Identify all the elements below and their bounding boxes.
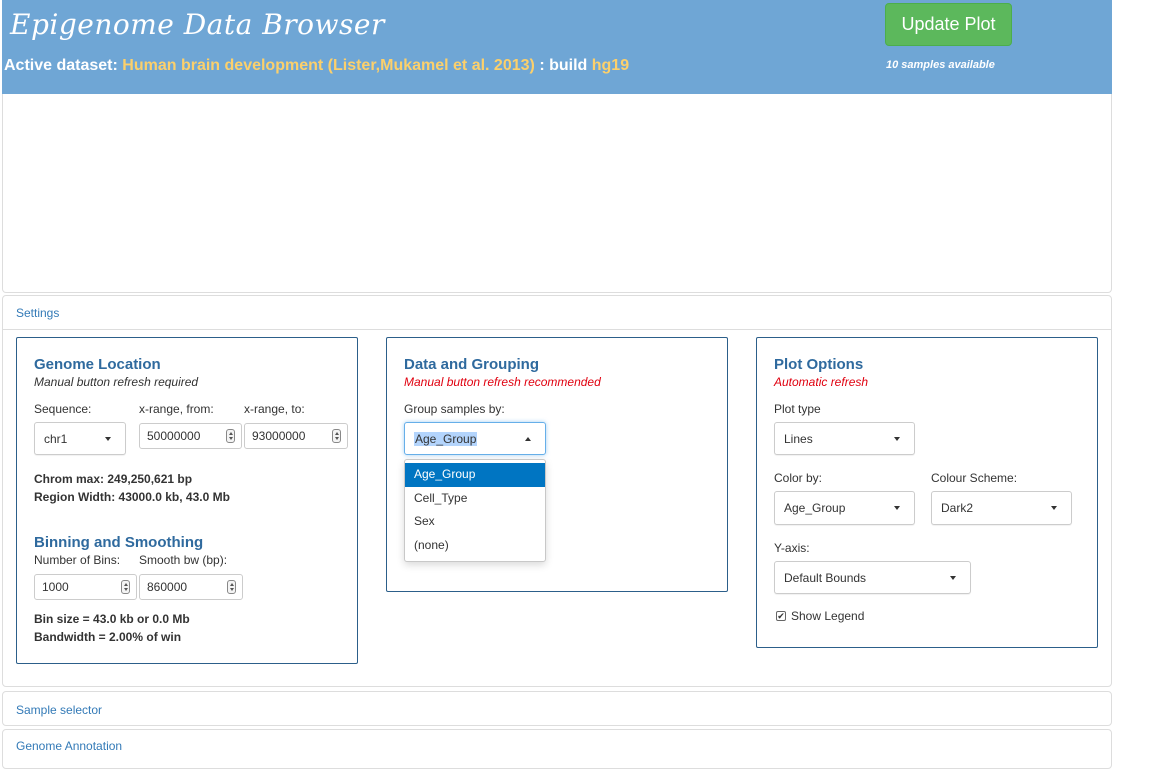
active-dataset-line: Active dataset: Human brain development … <box>4 57 629 75</box>
genome-annotation-panel: Genome Annotation <box>2 729 1112 769</box>
y-axis-select-value: Default Bounds <box>784 570 867 585</box>
show-legend-checkbox[interactable]: ✔ <box>776 611 786 621</box>
sequence-select[interactable]: chr1 <box>34 422 126 455</box>
menu-item-age-group[interactable]: Age_Group <box>405 463 545 487</box>
checkmark-icon: ✔ <box>777 611 785 621</box>
group-samples-dropdown-menu: Age_Group Cell_Type Sex (none) <box>404 459 546 562</box>
x-range-from-value: 50000000 <box>147 429 201 443</box>
genome-location-subtitle: Manual button refresh required <box>34 375 199 389</box>
group-samples-select-value: Age_Group <box>414 431 478 446</box>
update-plot-button[interactable]: Update Plot <box>885 3 1012 46</box>
plot-type-select[interactable]: Lines <box>774 422 915 455</box>
number-of-bins-input[interactable]: 1000 <box>34 574 137 600</box>
x-range-to-label: x-range, to: <box>244 402 305 416</box>
chevron-down-icon <box>1051 506 1057 510</box>
plot-type-select-value: Lines <box>784 431 813 446</box>
spinner-icon[interactable] <box>226 429 235 443</box>
chevron-up-icon <box>525 436 531 441</box>
bandwidth-text: Bandwidth = 2.00% of win <box>34 630 182 644</box>
x-range-from-label: x-range, from: <box>139 402 214 416</box>
plot-type-label: Plot type <box>774 402 821 416</box>
color-by-label: Color by: <box>774 471 823 485</box>
dataset-name: Human brain development (Lister,Mukamel … <box>122 57 535 74</box>
menu-item-sex[interactable]: Sex <box>405 510 545 534</box>
sample-selector-panel: Sample selector <box>2 691 1112 726</box>
menu-item-none[interactable]: (none) <box>405 534 545 558</box>
chevron-down-icon <box>950 575 956 580</box>
build-value: hg19 <box>591 57 630 74</box>
sequence-label: Sequence: <box>34 402 92 416</box>
bin-size-text: Bin size = 43.0 kb or 0.0 Mb <box>34 612 190 626</box>
smooth-bw-value: 860000 <box>147 580 188 594</box>
x-range-to-value: 93000000 <box>252 429 306 443</box>
color-by-select-value: Age_Group <box>784 501 846 515</box>
smooth-bw-label: Smooth bw (bp): <box>139 553 228 567</box>
plot-area <box>2 94 1112 293</box>
binning-title: Binning and Smoothing <box>34 534 204 551</box>
x-range-from-input[interactable]: 50000000 <box>139 423 242 449</box>
y-axis-label: Y-axis: <box>774 541 810 555</box>
number-of-bins-value: 1000 <box>42 580 69 594</box>
spinner-icon[interactable] <box>227 580 236 594</box>
colour-scheme-select[interactable]: Dark2 <box>931 491 1072 525</box>
spinner-icon[interactable] <box>332 429 341 443</box>
app-title: Epigenome Data Browser <box>10 8 385 41</box>
data-grouping-title: Data and Grouping <box>404 356 539 373</box>
colour-scheme-label: Colour Scheme: <box>931 471 1018 485</box>
color-by-select[interactable]: Age_Group <box>774 491 915 525</box>
data-grouping-subtitle: Manual button refresh recommended <box>404 375 601 389</box>
number-of-bins-label: Number of Bins: <box>34 553 121 567</box>
x-range-to-input[interactable]: 93000000 <box>244 423 348 449</box>
smooth-bw-input[interactable]: 860000 <box>139 574 243 600</box>
plot-options-subtitle: Automatic refresh <box>774 375 869 389</box>
y-axis-select[interactable]: Default Bounds <box>774 561 971 594</box>
menu-item-cell-type[interactable]: Cell_Type <box>405 487 545 511</box>
sample-selector-toggle-link[interactable]: Sample selector <box>16 703 102 717</box>
genome-annotation-toggle-link[interactable]: Genome Annotation <box>16 739 122 753</box>
build-label: : build <box>539 57 588 74</box>
show-legend-label: Show Legend <box>791 609 865 623</box>
settings-panel-header <box>3 296 1111 330</box>
settings-toggle-link[interactable]: Settings <box>16 306 59 320</box>
sequence-select-value: chr1 <box>44 431 68 446</box>
spinner-icon[interactable] <box>121 580 130 594</box>
chrom-max-text: Chrom max: 249,250,621 bp <box>34 472 193 486</box>
group-samples-label: Group samples by: <box>404 402 505 416</box>
region-width-text: Region Width: 43000.0 kb, 43.0 Mb <box>34 490 230 504</box>
chevron-down-icon <box>894 436 900 441</box>
group-samples-select[interactable]: Age_Group <box>404 422 546 455</box>
chevron-down-icon <box>105 436 111 441</box>
samples-available-text: 10 samples available <box>886 59 995 71</box>
chevron-down-icon <box>894 506 900 510</box>
colour-scheme-select-value: Dark2 <box>941 501 974 515</box>
genome-location-title: Genome Location <box>34 356 161 373</box>
active-dataset-label: Active dataset: <box>4 57 118 74</box>
plot-options-title: Plot Options <box>774 356 864 373</box>
